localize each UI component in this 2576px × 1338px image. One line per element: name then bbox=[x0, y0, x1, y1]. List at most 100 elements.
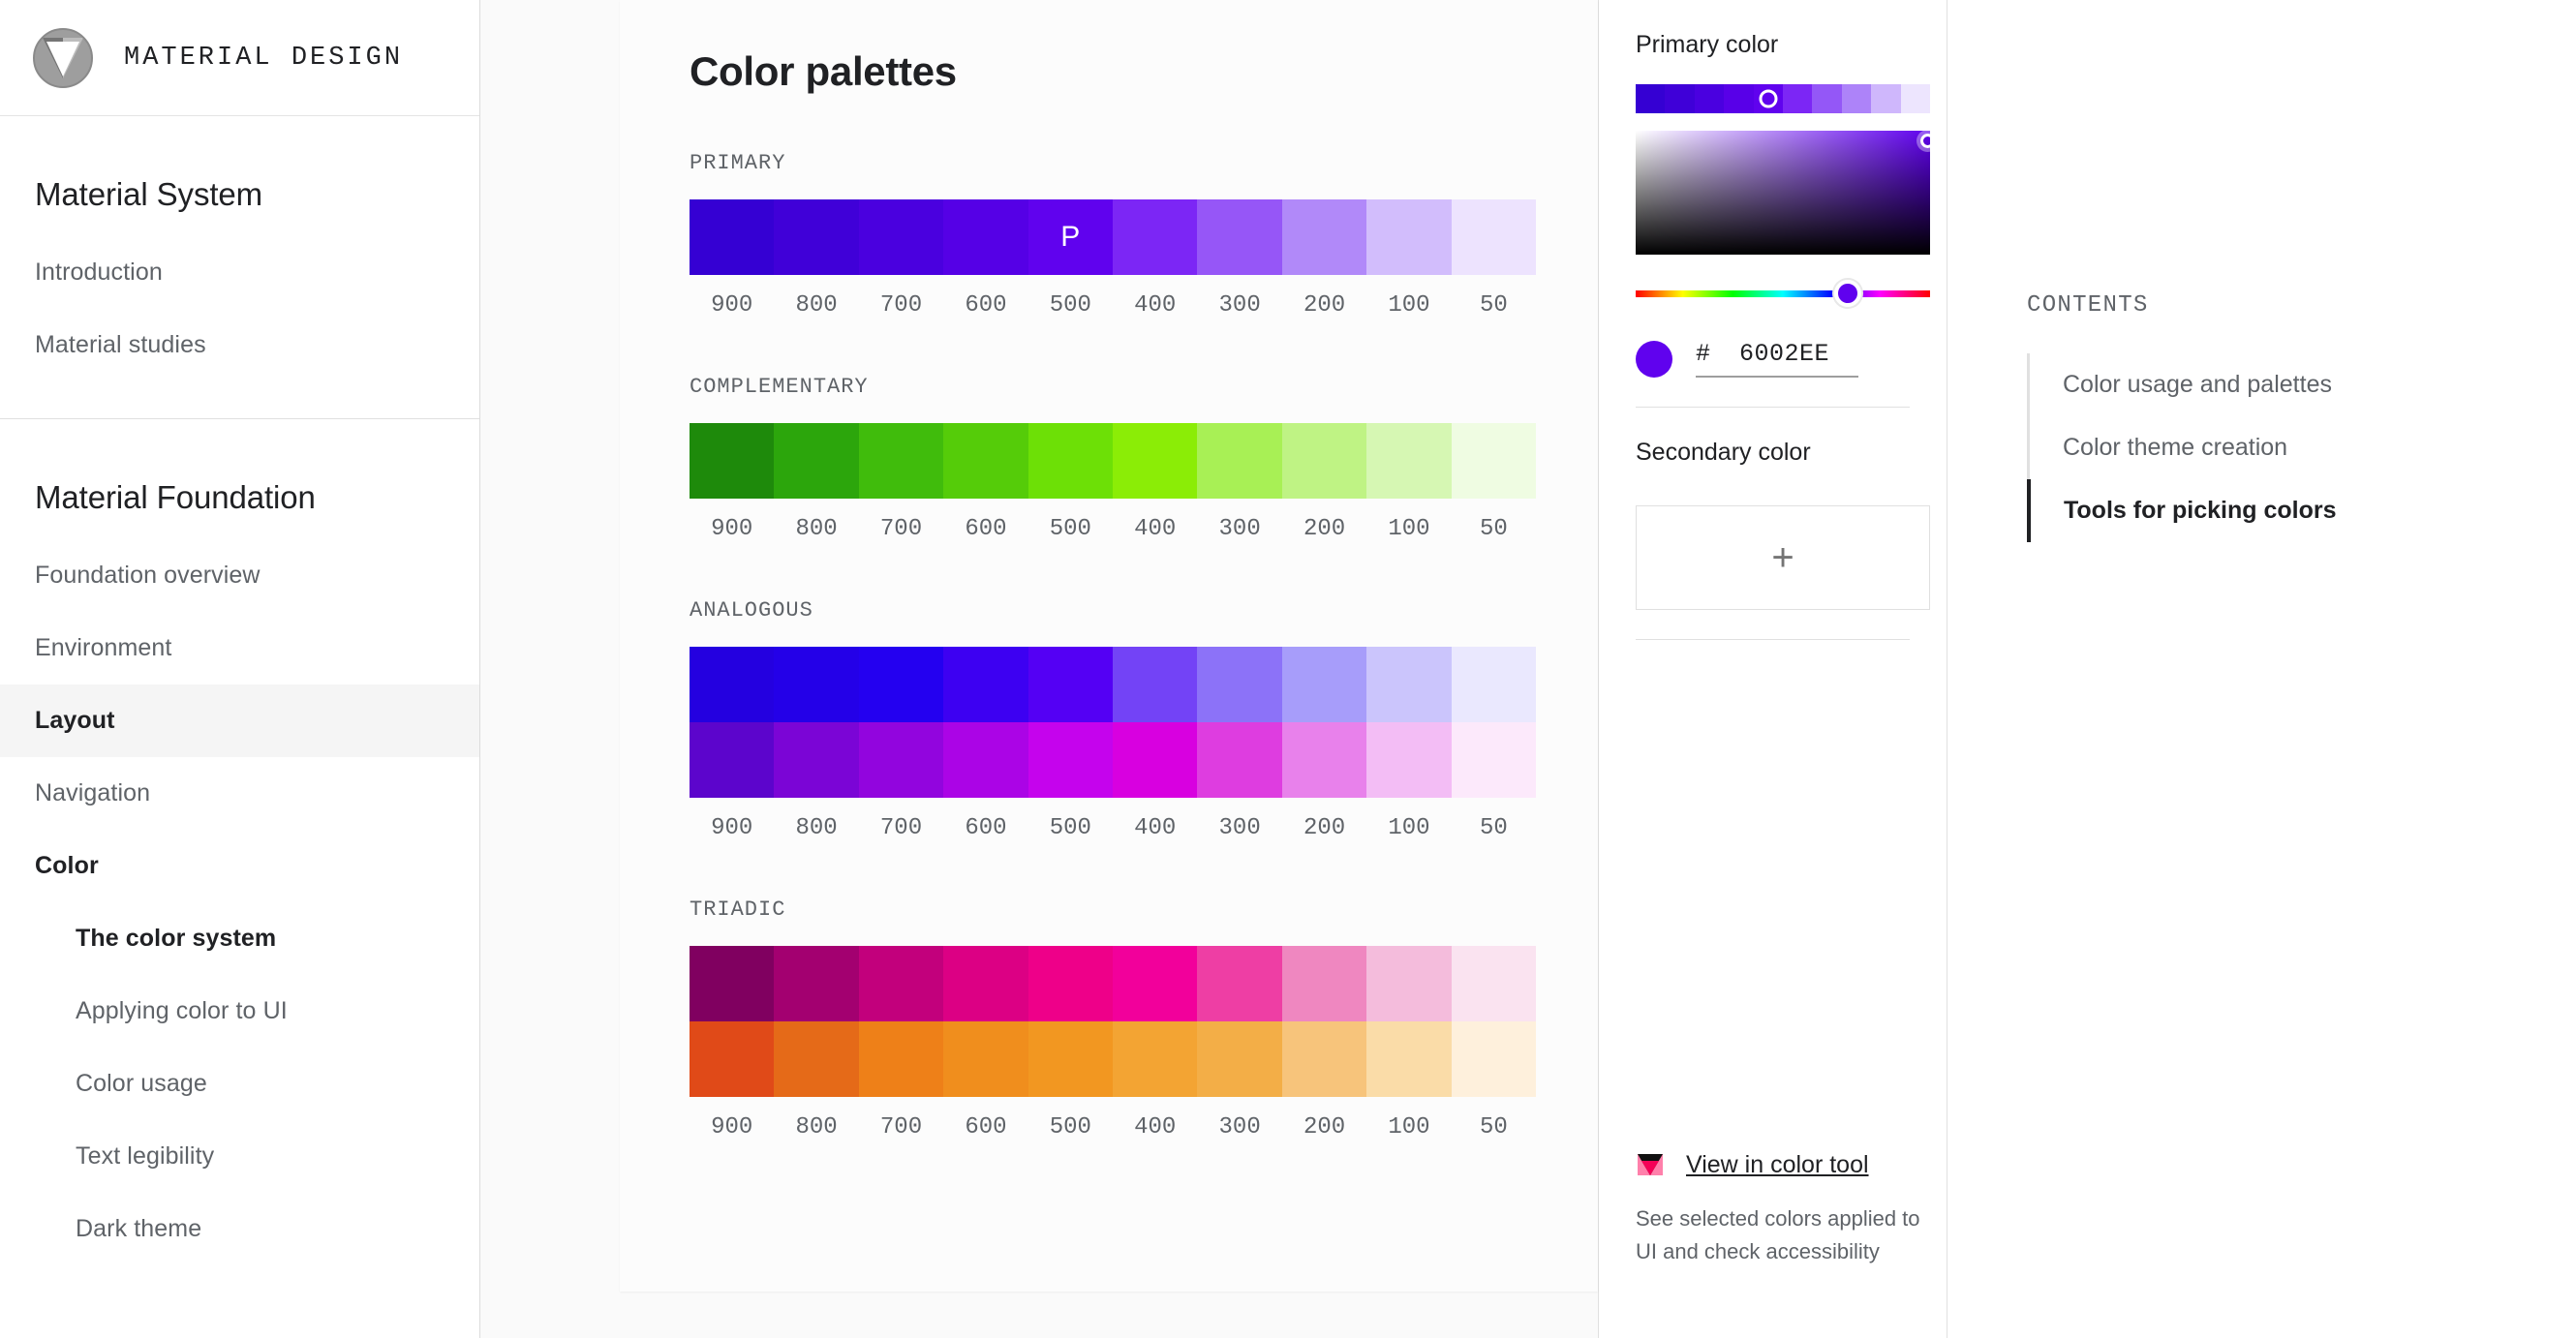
color-swatch[interactable] bbox=[1282, 1021, 1366, 1097]
color-swatch[interactable] bbox=[690, 946, 774, 1021]
sidebar-item-the-color-system[interactable]: The color system bbox=[0, 902, 479, 975]
color-swatch[interactable] bbox=[1452, 647, 1536, 722]
color-swatch[interactable] bbox=[1197, 647, 1281, 722]
hue-track[interactable] bbox=[1636, 290, 1930, 297]
color-swatch[interactable] bbox=[1197, 1021, 1281, 1097]
color-swatch[interactable] bbox=[859, 647, 943, 722]
sidebar-item-environment[interactable]: Environment bbox=[0, 612, 479, 684]
color-swatch[interactable] bbox=[1113, 199, 1197, 275]
tone-swatch[interactable] bbox=[1724, 84, 1753, 113]
sidebar-item-navigation[interactable]: Navigation bbox=[0, 757, 479, 830]
color-swatch[interactable] bbox=[774, 946, 858, 1021]
color-swatch[interactable] bbox=[1113, 647, 1197, 722]
hex-input[interactable]: # 6002EE bbox=[1696, 340, 1858, 378]
color-swatch[interactable] bbox=[774, 199, 858, 275]
color-swatch[interactable] bbox=[859, 199, 943, 275]
saturation-handle[interactable] bbox=[1920, 134, 1935, 148]
color-swatch[interactable] bbox=[1282, 722, 1366, 798]
color-swatch[interactable] bbox=[1028, 647, 1113, 722]
color-swatch[interactable] bbox=[1366, 722, 1451, 798]
brand-header[interactable]: MATERIAL DESIGN bbox=[0, 0, 479, 116]
color-swatch[interactable] bbox=[690, 423, 774, 499]
tone-swatch[interactable] bbox=[1812, 84, 1841, 113]
color-swatch[interactable] bbox=[1366, 423, 1451, 499]
color-swatch[interactable] bbox=[1282, 647, 1366, 722]
color-swatch[interactable] bbox=[1028, 199, 1113, 275]
tone-swatch[interactable] bbox=[1901, 84, 1930, 113]
hue-slider[interactable] bbox=[1636, 276, 1930, 311]
color-swatch[interactable] bbox=[1282, 946, 1366, 1021]
sidebar-item-color-usage[interactable]: Color usage bbox=[0, 1048, 479, 1120]
color-swatch[interactable] bbox=[859, 946, 943, 1021]
color-swatch[interactable] bbox=[1282, 199, 1366, 275]
color-swatch[interactable] bbox=[943, 722, 1027, 798]
color-swatch[interactable] bbox=[1452, 199, 1536, 275]
color-swatch[interactable] bbox=[774, 722, 858, 798]
color-swatch[interactable] bbox=[1028, 946, 1113, 1021]
color-swatch[interactable] bbox=[1366, 199, 1451, 275]
tone-swatch[interactable] bbox=[1665, 84, 1694, 113]
view-in-color-tool-link[interactable]: View in color tool bbox=[1686, 1151, 1869, 1179]
color-swatch[interactable] bbox=[1113, 1021, 1197, 1097]
sidebar-item-material-studies[interactable]: Material studies bbox=[0, 309, 479, 381]
color-swatch[interactable] bbox=[943, 946, 1027, 1021]
color-swatch[interactable] bbox=[943, 647, 1027, 722]
color-swatch[interactable] bbox=[774, 1021, 858, 1097]
sidebar-item-layout[interactable]: Layout bbox=[0, 684, 479, 757]
color-swatch[interactable] bbox=[859, 1021, 943, 1097]
tone-selected-indicator[interactable] bbox=[1759, 90, 1777, 108]
color-swatch[interactable] bbox=[1197, 946, 1281, 1021]
sidebar-item-dark-theme[interactable]: Dark theme bbox=[0, 1193, 479, 1265]
color-swatch[interactable] bbox=[1366, 1021, 1451, 1097]
tick-label: 800 bbox=[774, 1114, 858, 1140]
saturation-value-box[interactable] bbox=[1636, 131, 1930, 255]
color-swatch[interactable] bbox=[1197, 722, 1281, 798]
color-swatch[interactable] bbox=[1113, 722, 1197, 798]
contents-item[interactable]: Tools for picking colors bbox=[2027, 479, 2576, 542]
contents-item[interactable]: Color theme creation bbox=[2027, 416, 2576, 479]
color-swatch[interactable] bbox=[690, 647, 774, 722]
color-swatch[interactable] bbox=[943, 1021, 1027, 1097]
color-swatch[interactable] bbox=[1366, 946, 1451, 1021]
sidebar-item-introduction[interactable]: Introduction bbox=[0, 236, 479, 309]
color-tool-link-row[interactable]: View in color tool bbox=[1636, 1151, 1930, 1179]
main-content: Color palettes PRIMARYP90080070060050040… bbox=[480, 0, 1599, 1338]
tone-swatch[interactable] bbox=[1783, 84, 1812, 113]
color-swatch[interactable] bbox=[1113, 423, 1197, 499]
sidebar-item-color[interactable]: Color bbox=[0, 830, 479, 902]
color-swatch[interactable] bbox=[1028, 423, 1113, 499]
color-swatch[interactable] bbox=[1197, 199, 1281, 275]
swatch-row bbox=[690, 1021, 1536, 1097]
color-swatch[interactable] bbox=[943, 423, 1027, 499]
color-swatch[interactable] bbox=[1282, 423, 1366, 499]
primary-tone-strip[interactable] bbox=[1636, 84, 1930, 113]
color-swatch[interactable] bbox=[774, 423, 858, 499]
color-swatch[interactable] bbox=[774, 647, 858, 722]
color-swatch[interactable] bbox=[859, 423, 943, 499]
color-swatch[interactable] bbox=[1452, 722, 1536, 798]
color-swatch[interactable] bbox=[690, 722, 774, 798]
color-swatch[interactable] bbox=[690, 199, 774, 275]
tone-swatch[interactable] bbox=[1871, 84, 1900, 113]
color-swatch[interactable] bbox=[1113, 946, 1197, 1021]
color-swatch[interactable] bbox=[690, 1021, 774, 1097]
tone-swatch[interactable] bbox=[1842, 84, 1871, 113]
color-swatch[interactable] bbox=[1452, 1021, 1536, 1097]
tick-label: 500 bbox=[1028, 292, 1113, 319]
tone-swatch[interactable] bbox=[1636, 84, 1665, 113]
color-swatch[interactable] bbox=[1028, 1021, 1113, 1097]
tone-swatch[interactable] bbox=[1695, 84, 1724, 113]
sidebar-item-applying-color-to-ui[interactable]: Applying color to UI bbox=[0, 975, 479, 1048]
color-swatch[interactable] bbox=[859, 722, 943, 798]
color-swatch[interactable] bbox=[1366, 647, 1451, 722]
add-secondary-color-button[interactable]: + bbox=[1636, 505, 1930, 610]
contents-item[interactable]: Color usage and palettes bbox=[2027, 353, 2576, 416]
color-swatch[interactable] bbox=[1028, 722, 1113, 798]
color-swatch[interactable] bbox=[943, 199, 1027, 275]
sidebar-item-foundation-overview[interactable]: Foundation overview bbox=[0, 539, 479, 612]
color-swatch[interactable] bbox=[1197, 423, 1281, 499]
hue-thumb[interactable] bbox=[1834, 280, 1861, 307]
color-swatch[interactable] bbox=[1452, 423, 1536, 499]
sidebar-item-text-legibility[interactable]: Text legibility bbox=[0, 1120, 479, 1193]
color-swatch[interactable] bbox=[1452, 946, 1536, 1021]
